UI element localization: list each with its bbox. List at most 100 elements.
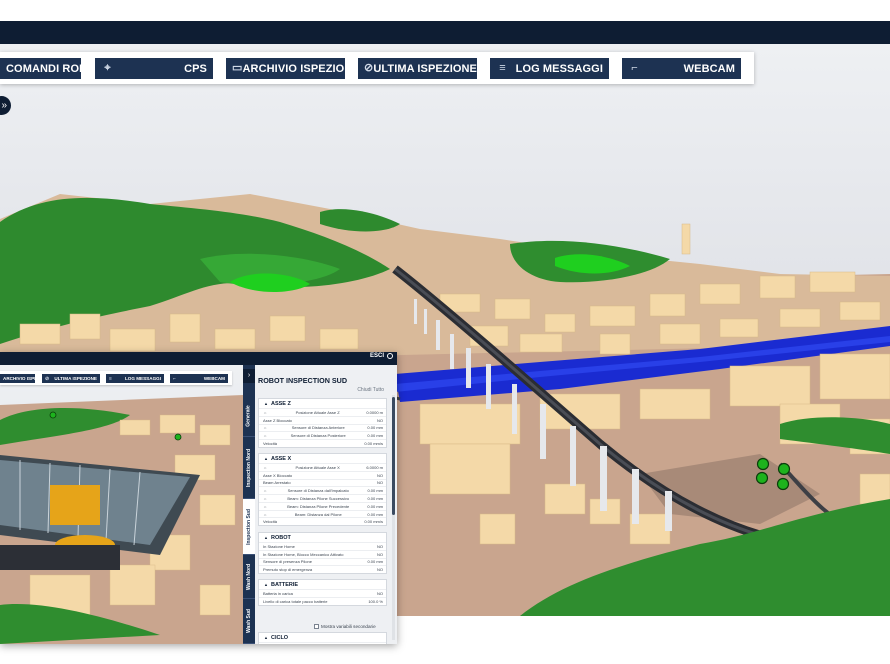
section-asse-z: ▲ ASSE Z ⇔ Posizione Attuale Asse Z 0.0000 … <box>258 398 387 448</box>
inset-3d-viewport[interactable]: ARCHIVIO ISPEZIONI ⊘ ULTIMA ISPEZIONE ≡ … <box>0 365 243 644</box>
robot-inspection-panel: ROBOT INSPECTION SUD Chiudi Tutto ▲ ASSE … <box>255 365 397 644</box>
variable-value: NO <box>377 551 383 557</box>
tab-generale[interactable]: Generale <box>243 395 255 437</box>
variable-value: NO <box>377 543 383 549</box>
variable-row: Velocità 0.00 mm/s <box>259 517 386 525</box>
collapse-caret-icon: ▲ <box>264 535 268 540</box>
section-batterie: ▲ BATTERIE Batteria in carica NO Livello di … <box>258 579 387 606</box>
variable-label: Asse Z Bloccato <box>263 417 292 423</box>
section-header[interactable]: ▲ BATTERIE <box>259 580 386 589</box>
show-secondary-toggle[interactable]: Mostra variabili secondarie <box>314 624 376 629</box>
sensor-icon: ⇔ <box>263 503 267 509</box>
variable-label: Sensore di presenza Pilone <box>263 559 312 565</box>
collapse-caret-icon: ▲ <box>264 456 268 461</box>
variable-label: Sensore di Distanza Anteriore <box>291 425 345 431</box>
variable-label: Asse X Bloccato <box>263 472 293 478</box>
search-icon: ⊘ <box>45 375 50 382</box>
search-icon: ⊘ <box>364 62 374 74</box>
variable-row: ⇔ Beam: Distanza Pilone Successivo 0.00 m… <box>259 494 386 502</box>
variable-label: Beam Arrestato <box>263 480 291 486</box>
section-title: BATTERIE <box>270 582 299 588</box>
inset-mini-toolbar: ARCHIVIO ISPEZIONI ⊘ ULTIMA ISPEZIONE ≡ … <box>0 371 232 385</box>
collapse-caret-icon: ▲ <box>264 401 268 406</box>
section-header[interactable]: ▲ ASSE X <box>259 454 386 463</box>
variable-value: 0.00 mm <box>367 425 383 431</box>
sensor-icon: ⇔ <box>263 425 267 431</box>
mini-ultima-ispezione-button[interactable]: ⊘ ULTIMA ISPEZIONE <box>42 374 100 383</box>
sensor-icon: ⇔ <box>263 409 267 415</box>
tab-wash-sud[interactable]: Wash Sud <box>243 599 255 644</box>
variable-value: NO <box>377 567 383 573</box>
archive-icon: ▭ <box>232 62 243 74</box>
variable-row: Premuto stop di emergenza NO <box>259 565 386 573</box>
panel-title: ROBOT INSPECTION SUD <box>258 376 348 385</box>
variable-label: Batteria in carica <box>263 590 293 596</box>
variable-row: In Stazione Home NO <box>259 542 386 550</box>
variable-label: Beam: Distanza Pilone Successivo <box>287 496 350 502</box>
variable-label: Livello di carica totale pacco batterie <box>263 598 328 604</box>
section-ciclo: ▲CICLOIspezione in CorsoNO <box>258 632 387 644</box>
variable-label: Posizione Attuale Asse Z <box>295 409 340 415</box>
variable-value: NO <box>377 590 383 596</box>
section-header[interactable]: ▲ ASSE Z <box>259 399 386 408</box>
variable-label: Premuto stop di emergenza <box>263 567 313 573</box>
ultima-ispezione-button[interactable]: ⊘ ULTIMA ISPEZIONE <box>358 58 477 79</box>
webcam-icon: ⌐ <box>631 62 638 74</box>
crosshair-icon: ⌖ <box>104 62 111 74</box>
variable-label: Posizione Attuale Asse X <box>295 464 340 470</box>
variable-row: ⇔ Beam: Distanza dal Pilone 0.00 mm <box>259 509 386 518</box>
variable-label: Sensore di Distanza dall'Impalcato <box>287 488 349 494</box>
archivio-ispezioni-button[interactable]: ▭ ARCHIVIO ISPEZIONI <box>226 58 355 79</box>
variable-row: ⇔ Posizione Attuale Asse X 6.0000 m <box>259 463 386 471</box>
exit-button[interactable]: ESCI <box>370 353 393 359</box>
section-header[interactable]: ▲ CICLO <box>259 633 386 642</box>
chevron-right-icon[interactable]: › <box>243 369 255 383</box>
tab-inspection-sud[interactable]: Inspection Sud <box>243 499 255 555</box>
sensor-icon: ⇔ <box>263 464 267 470</box>
variable-row: Asse Z Bloccato NO <box>259 415 386 424</box>
variable-row: Batteria in carica NO <box>259 589 386 597</box>
variable-value: 0.00 mm <box>367 511 383 517</box>
collapse-caret-icon: ▲ <box>264 582 268 587</box>
log-messaggi-button[interactable]: ≡ LOG MESSAGGI <box>490 58 609 79</box>
variable-label: In Stazione Home, Blocco Meccanico Attiv… <box>263 551 344 557</box>
collapse-all-link[interactable]: Chiudi Tutto <box>357 387 384 393</box>
variable-value: 0.00 mm <box>367 503 383 509</box>
sensor-icon: ⇔ <box>263 496 267 502</box>
variable-row: In Stazione Home, Blocco Meccanico Attiv… <box>259 549 386 558</box>
collapse-caret-icon: ▲ <box>264 635 268 640</box>
inset-header-bar: ESCI <box>0 352 397 365</box>
app-header-bar <box>0 21 890 44</box>
variable-row: ⇔ Posizione Attuale Asse Z 0.0000 m <box>259 408 386 416</box>
section-title: CICLO <box>270 635 289 641</box>
section-robot: ▲ ROBOT In Stazione Home NO In Stazione Home… <box>258 532 387 575</box>
variable-value: 0.00 mm <box>367 433 383 439</box>
section-title: ROBOT <box>270 535 291 541</box>
mini-log-messaggi-button[interactable]: ≡ LOG MESSAGGI <box>106 374 164 383</box>
variable-label: Beam: Distanza dal Pilone <box>294 511 342 517</box>
variable-row: ⇔ Sensore di Distanza dall'Impalcato 0.00… <box>259 486 386 494</box>
variable-value: 0.0000 m <box>366 409 383 415</box>
checkbox[interactable] <box>314 624 319 629</box>
variable-value: NO <box>377 480 383 486</box>
comandi-robot-button[interactable]: COMANDI ROBOT <box>0 58 103 79</box>
section-title: ASSE X <box>270 456 292 462</box>
station-3d-scene <box>0 395 243 644</box>
tab-inspection-nord[interactable]: Inspection Nord <box>243 437 255 499</box>
scrollbar-thumb[interactable] <box>392 397 395 515</box>
mini-archivio-button[interactable]: ARCHIVIO ISPEZIONI <box>0 374 49 383</box>
sensor-icon: ⇔ <box>263 433 267 439</box>
section-header[interactable]: ▲ ROBOT <box>259 533 386 542</box>
variable-row: Ispezione in CorsoNO <box>259 642 386 644</box>
mini-webcam-button[interactable]: ⌐ WEBCAM <box>170 374 228 383</box>
variable-label: Velocità <box>263 441 278 447</box>
tab-wash-nord[interactable]: Wash Nord <box>243 555 255 599</box>
cps-button[interactable]: ⌖ CPS <box>95 58 213 79</box>
variable-value: 0.00 mm <box>367 559 383 565</box>
variable-value: 100.0 % <box>368 598 383 604</box>
variable-label: In Stazione Home <box>263 543 295 549</box>
variable-value: 0.00 mm/s <box>364 519 383 525</box>
inspection-detail-window: ESCI ARCHIVIO ISPEZIONI ⊘ ULTIMA ISPEZIO… <box>0 352 397 644</box>
webcam-button[interactable]: ⌐ WEBCAM <box>622 58 741 79</box>
variable-value: NO <box>377 472 383 478</box>
